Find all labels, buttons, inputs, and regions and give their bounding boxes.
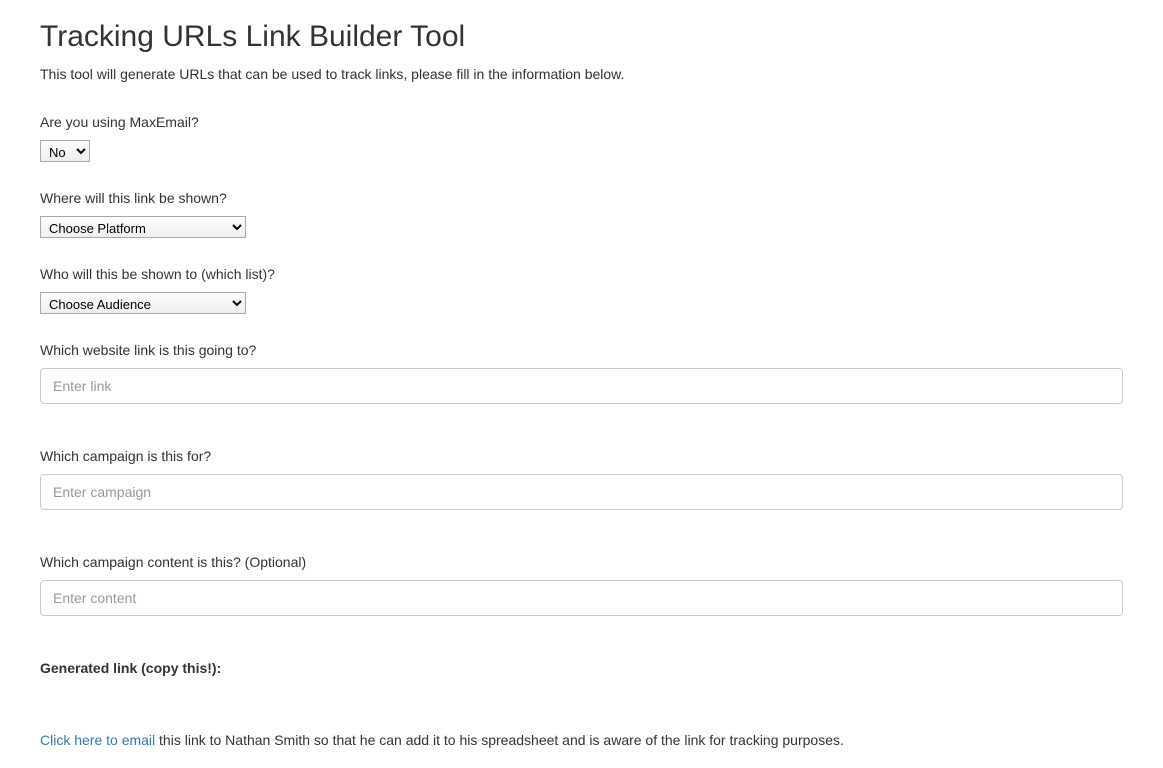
- platform-label: Where will this link be shown?: [40, 190, 1123, 206]
- content-label: Which campaign content is this? (Optiona…: [40, 554, 1123, 570]
- page-subtitle: This tool will generate URLs that can be…: [40, 66, 1123, 82]
- audience-select[interactable]: Choose Audience: [40, 292, 246, 314]
- email-instruction: Click here to email this link to Nathan …: [40, 732, 1123, 748]
- campaign-input[interactable]: [40, 474, 1123, 510]
- maxemail-select[interactable]: No: [40, 140, 90, 162]
- campaign-label: Which campaign is this for?: [40, 448, 1123, 464]
- platform-select[interactable]: Choose Platform: [40, 216, 246, 238]
- link-input[interactable]: [40, 368, 1123, 404]
- maxemail-label: Are you using MaxEmail?: [40, 114, 1123, 130]
- link-label: Which website link is this going to?: [40, 342, 1123, 358]
- page-title: Tracking URLs Link Builder Tool: [40, 20, 1123, 54]
- email-link[interactable]: Click here to email: [40, 732, 155, 748]
- audience-label: Who will this be shown to (which list)?: [40, 266, 1123, 282]
- email-rest-text: this link to Nathan Smith so that he can…: [155, 732, 844, 748]
- generated-link-label: Generated link (copy this!):: [40, 660, 1123, 676]
- content-input[interactable]: [40, 580, 1123, 616]
